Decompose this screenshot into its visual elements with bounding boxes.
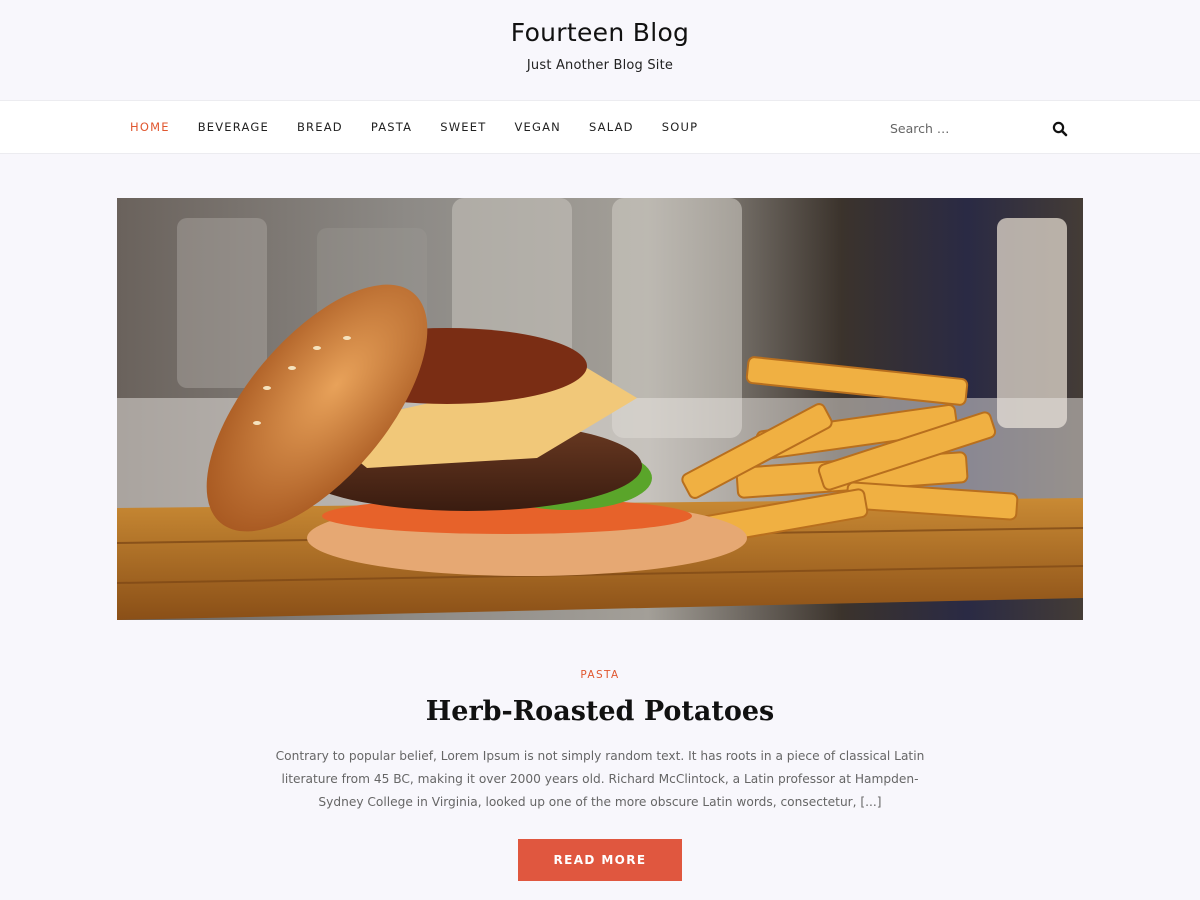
search-input[interactable] bbox=[884, 113, 1044, 143]
nav-item-sweet[interactable]: SWEET bbox=[440, 120, 486, 134]
search-form bbox=[884, 113, 1074, 143]
featured-image[interactable] bbox=[117, 198, 1083, 620]
main-navigation: HOME BEVERAGE BREAD PASTA SWEET VEGAN SA… bbox=[0, 100, 1200, 154]
site-title[interactable]: Fourteen Blog bbox=[0, 18, 1200, 47]
nav-item-beverage[interactable]: BEVERAGE bbox=[198, 120, 269, 134]
site-header: Fourteen Blog Just Another Blog Site bbox=[0, 0, 1200, 100]
nav-item-bread[interactable]: BREAD bbox=[297, 120, 343, 134]
post-category[interactable]: PASTA bbox=[0, 669, 1200, 681]
nav-item-pasta[interactable]: PASTA bbox=[371, 120, 412, 134]
nav-item-home[interactable]: HOME bbox=[130, 120, 170, 134]
nav-item-vegan[interactable]: VEGAN bbox=[514, 120, 561, 134]
burger-fries-photo bbox=[117, 198, 1083, 620]
site-tagline: Just Another Blog Site bbox=[526, 58, 674, 73]
read-more-button[interactable]: READ MORE bbox=[518, 839, 682, 881]
nav-item-salad[interactable]: SALAD bbox=[589, 120, 634, 134]
search-icon[interactable] bbox=[1052, 121, 1068, 137]
nav-item-soup[interactable]: SOUP bbox=[662, 120, 699, 134]
post-title[interactable]: Herb-Roasted Potatoes bbox=[0, 696, 1200, 727]
post-excerpt: Contrary to popular belief, Lorem Ipsum … bbox=[275, 749, 925, 809]
nav-menu: HOME BEVERAGE BREAD PASTA SWEET VEGAN SA… bbox=[130, 101, 726, 153]
